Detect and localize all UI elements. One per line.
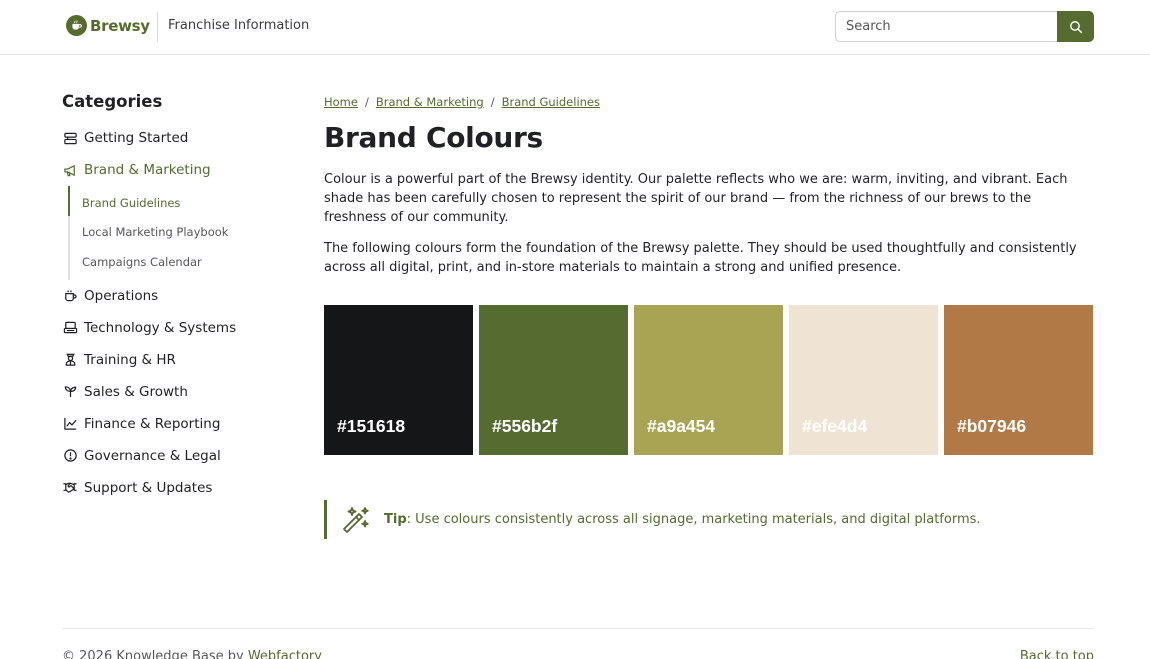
magic-wand-icon [340,504,372,536]
tip-body: : Use colours consistently across all si… [406,512,981,527]
colour-palette: #151618 #556b2f #a9a454 #efe4d4 #b07946 [324,305,1093,455]
sidebar-item-label: Governance & Legal [84,447,221,464]
search-button[interactable] [1057,11,1094,42]
tip-text: Tip: Use colours consistently across all… [384,512,981,527]
main-content: Home / Brand & Marketing / Brand Guideli… [324,92,1094,539]
sidebar-item-brand-marketing[interactable]: Brand & Marketing [62,154,292,186]
categories-heading: Categories [62,92,163,111]
cup-icon [62,288,78,304]
devices-icon [62,320,78,336]
breadcrumb-separator: / [364,95,369,109]
site-title: Franchise Information [168,18,310,33]
copyright-text: © 2026 Knowledge Base by [62,649,248,659]
colour-swatch: #b07946 [944,305,1093,455]
swatch-hex-label: #a9a454 [647,416,716,436]
swatch-hex-label: #556b2f [492,416,558,436]
subnav-item-brand-guidelines[interactable]: Brand Guidelines [82,188,292,218]
sidebar-item-label: Support & Updates [84,479,213,496]
brewsy-logo-icon [66,15,87,36]
colour-swatch: #efe4d4 [789,305,938,455]
sidebar-item-label: Finance & Reporting [84,415,221,432]
sidebar-item-sales-growth[interactable]: Sales & Growth [62,376,292,408]
breadcrumb: Home / Brand & Marketing / Brand Guideli… [324,92,1094,112]
brand-name: Brewsy [90,16,150,35]
swatch-hex-label: #b07946 [957,416,1027,436]
sidebar-item-label: Operations [84,287,159,304]
header-divider [157,12,158,42]
sidebar-item-finance-reporting[interactable]: Finance & Reporting [62,408,292,440]
line-chart-icon [62,416,78,432]
subnav-item-local-marketing-playbook[interactable]: Local Marketing Playbook [82,218,292,248]
back-to-top-link[interactable]: Back to top [1020,649,1094,659]
intro-paragraph: Colour is a powerful part of the Brewsy … [324,172,1068,225]
sprout-icon [62,384,78,400]
book-stack-icon [62,130,78,146]
search-form [835,11,1094,42]
colour-swatch: #556b2f [479,305,628,455]
colour-swatch: #a9a454 [634,305,783,455]
sidebar-item-label: Brand & Marketing [84,162,211,178]
footer-divider [62,628,1094,629]
sidebar-item-label: Training & HR [84,351,176,368]
sidebar-item-technology-systems[interactable]: Technology & Systems [62,312,292,344]
person-icon [62,352,78,368]
site-header: Brewsy Franchise Information [0,0,1150,55]
colour-swatch: #151618 [324,305,473,455]
sidebar-item-operations[interactable]: Operations [62,280,292,312]
megaphone-icon [62,162,78,178]
breadcrumb-brand-guidelines[interactable]: Brand Guidelines [502,95,600,109]
info-circle-icon [62,448,78,464]
subnav-active-indicator [68,186,70,216]
subnav-item-campaigns-calendar[interactable]: Campaigns Calendar [82,247,292,277]
sidebar-item-training-hr[interactable]: Training & HR [62,344,292,376]
brand-marketing-subnav: Brand Guidelines Local Marketing Playboo… [68,186,292,280]
palette-paragraph: The following colours form the foundatio… [324,241,1077,275]
breadcrumb-brand-marketing[interactable]: Brand & Marketing [376,95,484,109]
search-input[interactable] [835,11,1057,42]
breadcrumb-home[interactable]: Home [324,95,358,109]
sidebar-item-label: Sales & Growth [84,383,188,400]
sidebar-item-support-updates[interactable]: Support & Updates [62,472,292,504]
brand-logo[interactable]: Brewsy [66,15,150,36]
breadcrumb-separator: / [490,95,495,109]
handshake-icon [62,480,78,496]
search-icon [1069,20,1083,34]
sidebar-item-label: Getting Started [84,130,189,146]
tip-label: Tip [384,512,407,527]
category-sidebar: Categories Getting Started Brand & Marke… [62,92,292,504]
sidebar-item-label: Technology & Systems [84,319,237,336]
page-title: Brand Colours [324,121,543,154]
tip-callout: Tip: Use colours consistently across all… [324,500,1094,539]
sidebar-item-governance-legal[interactable]: Governance & Legal [62,440,292,472]
sidebar-item-getting-started[interactable]: Getting Started [62,122,292,154]
swatch-hex-label: #151618 [337,416,406,436]
swatch-hex-label: #efe4d4 [802,416,868,436]
webfactory-link[interactable]: Webfactory [248,649,322,659]
footer-copyright: © 2026 Knowledge Base by Webfactory [62,649,322,659]
